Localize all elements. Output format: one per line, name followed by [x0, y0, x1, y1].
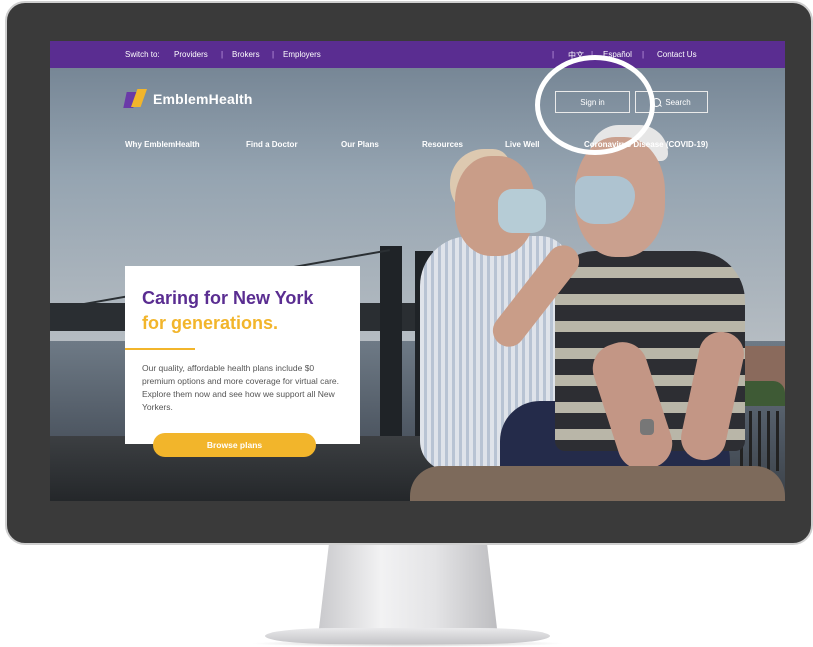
separator: | — [642, 50, 645, 59]
logo-text: EmblemHealth — [153, 91, 253, 107]
nav-find-a-doctor[interactable]: Find a Doctor — [246, 140, 298, 149]
utility-link-brokers[interactable]: Brokers — [232, 50, 260, 59]
hero-title-line1: Caring for New York — [142, 288, 314, 308]
woman-mask — [498, 189, 546, 233]
nav-live-well[interactable]: Live Well — [505, 140, 540, 149]
utility-link-contact-us[interactable]: Contact Us — [657, 50, 697, 59]
monitor-frame: Switch to: Providers | Brokers | Employe… — [5, 1, 813, 545]
hero-card: Caring for New York for generations. Our… — [125, 266, 360, 444]
railing — [740, 411, 785, 471]
utility-link-providers[interactable]: Providers — [174, 50, 208, 59]
hero-title-line2: for generations. — [142, 313, 279, 333]
emblemhealth-logo-icon — [123, 88, 147, 110]
utility-link-employers[interactable]: Employers — [283, 50, 321, 59]
nav-why-emblemhealth[interactable]: Why EmblemHealth — [125, 140, 200, 149]
bridge-tower — [380, 246, 402, 436]
utility-bar: Switch to: Providers | Brokers | Employe… — [50, 41, 785, 68]
highlight-circle — [535, 55, 655, 155]
search-label: Search — [665, 97, 691, 107]
separator: | — [552, 50, 555, 59]
website-screen: Switch to: Providers | Brokers | Employe… — [50, 41, 785, 501]
emblemhealth-logo[interactable]: EmblemHealth — [123, 88, 253, 110]
nav-our-plans[interactable]: Our Plans — [341, 140, 379, 149]
browse-plans-button[interactable]: Browse plans — [153, 433, 316, 457]
rock-seat — [410, 466, 785, 501]
hero-divider — [125, 348, 195, 350]
separator: | — [272, 50, 275, 59]
hero-body: Our quality, affordable health plans inc… — [142, 363, 340, 412]
monitor-stand-base — [265, 628, 550, 644]
wristwatch — [640, 419, 654, 435]
monitor-stand-neck — [318, 545, 498, 637]
separator: | — [221, 50, 224, 59]
switch-to-label: Switch to: — [125, 50, 160, 59]
nav-resources[interactable]: Resources — [422, 140, 463, 149]
